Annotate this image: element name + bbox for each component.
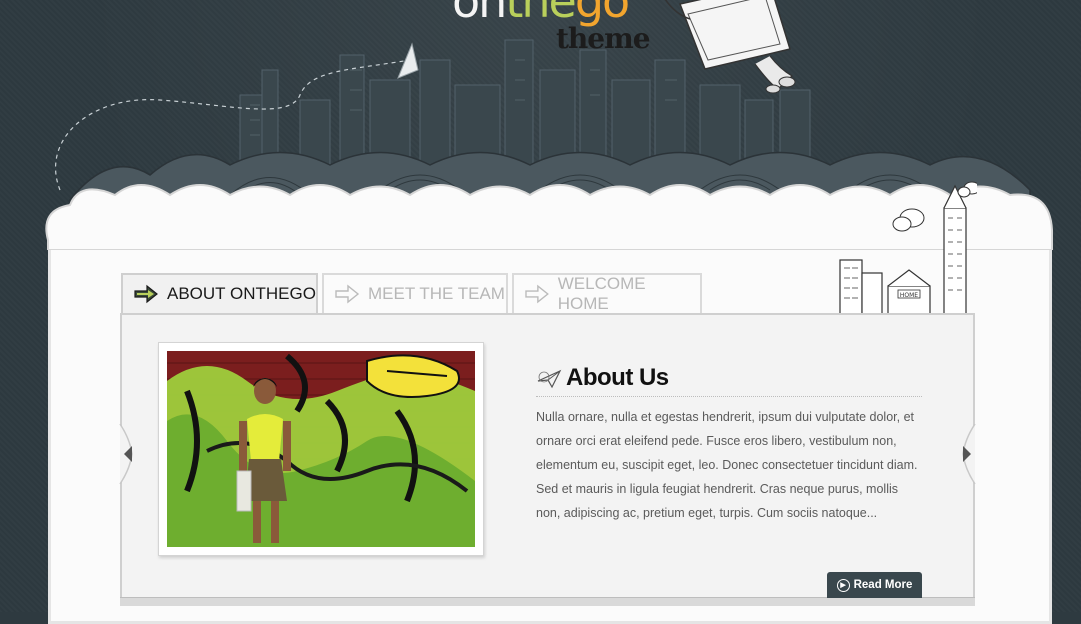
- arrow-right-icon: [134, 284, 158, 304]
- flying-suitcase-illustration: [664, 0, 796, 94]
- tab-meet-the-team[interactable]: MEET THE TEAM: [322, 273, 508, 313]
- section-heading: About Us: [536, 360, 922, 397]
- arrow-right-icon: [525, 284, 549, 304]
- read-more-button[interactable]: ▶ Read More: [827, 572, 922, 598]
- paper-plane-icon: [537, 369, 562, 389]
- panel-bottom-edge: [120, 597, 975, 606]
- chevron-right-icon[interactable]: [953, 424, 977, 484]
- featured-photo-frame: [158, 342, 484, 556]
- city-sketch-illustration: HOME: [839, 181, 977, 315]
- read-more-label: Read More: [853, 579, 913, 591]
- tab-label: MEET THE TEAM: [368, 284, 505, 303]
- play-circle-icon: ▶: [836, 578, 850, 592]
- logo-subtitle: theme: [556, 22, 651, 55]
- featured-photo: [167, 351, 475, 547]
- page-title: About Us: [566, 364, 669, 391]
- tab-about-onthego[interactable]: ABOUT ONTHEGO: [121, 273, 318, 313]
- about-description: Nulla ornare, nulla et egestas hendrerit…: [536, 410, 918, 520]
- logo-text-on: on: [452, 0, 507, 28]
- tab-label: ABOUT ONTHEGO: [167, 284, 316, 303]
- svg-text:HOME: HOME: [900, 292, 918, 299]
- tab-label: WELCOME HOME: [557, 274, 646, 313]
- site-logo[interactable]: onthego: [452, 0, 630, 24]
- chevron-left-icon[interactable]: [118, 424, 142, 484]
- arrow-right-icon: [335, 284, 360, 304]
- tab-welcome-home[interactable]: WELCOME HOME: [512, 273, 702, 313]
